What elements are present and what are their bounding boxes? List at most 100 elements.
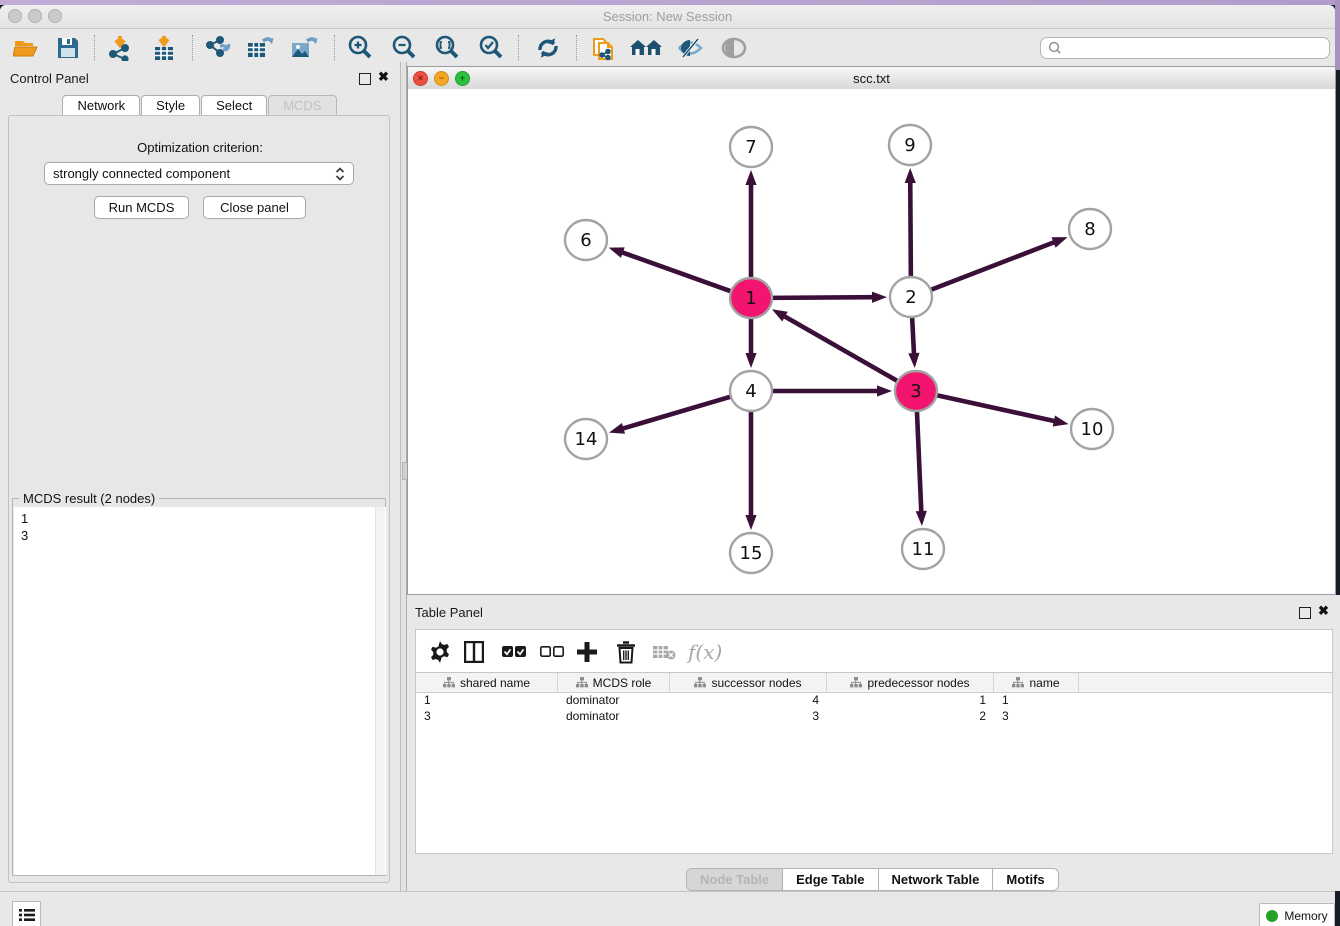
table-cell[interactable]: 3	[670, 708, 827, 724]
bird-view-button[interactable]	[716, 33, 752, 63]
import-network-button[interactable]	[102, 33, 138, 63]
graph-node-label: 6	[580, 230, 591, 251]
control-panel-tabs: Network Style Select MCDS	[0, 95, 400, 115]
memory-button[interactable]: Memory	[1259, 903, 1335, 926]
stepper-arrows-icon	[335, 166, 345, 182]
scrollbar-track[interactable]	[375, 507, 385, 875]
node-table-header: shared nameMCDS role successor nodes prede…	[416, 673, 1332, 693]
selected-option: strongly connected component	[53, 166, 230, 181]
table-cell[interactable]: dominator	[558, 708, 670, 724]
create-column-plus-icon[interactable]	[576, 638, 598, 666]
column-header-name[interactable]: name	[994, 673, 1079, 692]
hide-graphics-details-button[interactable]	[672, 33, 708, 63]
edge-arrowhead	[745, 170, 756, 185]
column-header-predecessor-nodes[interactable]: predecessor nodes	[827, 673, 994, 692]
graph-node-label: 8	[1084, 219, 1095, 240]
column-hierarchy-icon	[694, 677, 706, 688]
column-header-shared-name[interactable]: shared name	[416, 673, 558, 692]
edge-arrowhead	[877, 385, 892, 396]
clone-network-button[interactable]	[586, 33, 622, 63]
float-panel-icon[interactable]	[1299, 607, 1311, 619]
close-panel-icon[interactable]: ✖	[378, 72, 389, 82]
graph-edge-2-8[interactable]	[929, 242, 1056, 291]
tab-network-table[interactable]: Network Table	[878, 869, 993, 890]
table-cell[interactable]: 4	[670, 692, 827, 708]
column-hierarchy-icon	[1012, 677, 1024, 688]
task-history-button[interactable]	[12, 901, 41, 926]
graph-edge-1-6[interactable]	[621, 252, 733, 292]
import-table-button[interactable]	[146, 33, 182, 63]
table-row[interactable]: 1dominator411	[416, 692, 1332, 708]
table-cell[interactable]: dominator	[558, 692, 670, 708]
status-bar: Memory	[0, 891, 1335, 926]
tab-mcds[interactable]: MCDS	[268, 95, 336, 115]
edge-arrowhead	[609, 247, 625, 258]
window-title: Session: New Session	[0, 9, 1335, 24]
tab-edge-table[interactable]: Edge Table	[782, 869, 877, 890]
search-box[interactable]	[1040, 37, 1330, 59]
zoom-selected-button[interactable]	[473, 33, 509, 63]
tab-select[interactable]: Select	[201, 95, 267, 115]
show-columns-icon[interactable]	[464, 638, 484, 666]
open-session-button[interactable]	[8, 33, 44, 63]
column-label: successor nodes	[711, 676, 801, 690]
panel-divider[interactable]	[400, 62, 407, 891]
tab-style[interactable]: Style	[141, 95, 200, 115]
graph-edge-4-14[interactable]	[622, 396, 733, 429]
edge-arrowhead	[609, 423, 625, 434]
export-table-button[interactable]	[242, 33, 278, 63]
network-window-titlebar[interactable]: × − + scc.txt	[408, 67, 1335, 90]
table-cell[interactable]: 1	[416, 692, 558, 708]
table-settings-gear-icon[interactable]	[429, 638, 451, 666]
tab-node-table[interactable]: Node Table	[687, 869, 782, 890]
graph-node-label: 3	[910, 381, 921, 402]
graph-node-label: 7	[745, 137, 756, 158]
memory-label: Memory	[1284, 909, 1327, 923]
graph-edge-1-2[interactable]	[770, 297, 874, 298]
edge-arrowhead	[916, 511, 927, 526]
delete-column-trash-icon[interactable]	[616, 638, 636, 666]
graph-edge-3-1[interactable]	[783, 316, 899, 382]
control-panel: Control Panel ✖ Network Style Select MCD…	[0, 62, 400, 891]
run-mcds-button[interactable]: Run MCDS	[94, 196, 189, 219]
tab-motifs[interactable]: Motifs	[992, 869, 1057, 890]
column-header-MCDS-role[interactable]: MCDS role	[558, 673, 670, 692]
search-input[interactable]	[1063, 40, 1329, 56]
toolbar-separator	[94, 35, 95, 61]
select-all-columns-icon[interactable]	[502, 638, 526, 666]
table-panel-tabs: Node Table Edge Table Network Table Moti…	[686, 868, 1059, 891]
network-canvas[interactable]: 7968124314101511	[408, 89, 1335, 594]
table-cell[interactable]: 1	[827, 692, 994, 708]
edge-arrowhead	[745, 515, 756, 530]
mcds-result-textarea[interactable]: 1 3	[14, 507, 386, 875]
close-panel-icon[interactable]: ✖	[1318, 606, 1329, 616]
optimization-criterion-select[interactable]: strongly connected component	[44, 162, 354, 185]
apply-layout-button[interactable]	[530, 33, 566, 63]
close-panel-button[interactable]: Close panel	[203, 196, 306, 219]
table-cell[interactable]: 2	[827, 708, 994, 724]
graph-node-label: 1	[745, 288, 756, 309]
table-row[interactable]: 3dominator323	[416, 708, 1332, 724]
table-panel: Table Panel ✖	[407, 595, 1340, 891]
table-cell[interactable]: 3	[416, 708, 558, 724]
column-header-successor-nodes[interactable]: successor nodes	[670, 673, 827, 692]
graph-edge-3-11[interactable]	[917, 409, 922, 513]
save-session-button[interactable]	[50, 33, 86, 63]
zoom-in-button[interactable]	[342, 33, 378, 63]
home-view-button[interactable]	[628, 33, 664, 63]
unselect-all-columns-icon[interactable]	[540, 638, 564, 666]
table-cell[interactable]: 1	[994, 692, 1079, 708]
graph-edge-3-10[interactable]	[935, 395, 1056, 422]
graph-edge-2-3[interactable]	[912, 315, 914, 355]
float-panel-icon[interactable]	[359, 73, 371, 85]
export-image-button[interactable]	[286, 33, 322, 63]
graph-node-label: 11	[912, 539, 935, 560]
zoom-out-button[interactable]	[386, 33, 422, 63]
column-hierarchy-icon	[576, 677, 588, 688]
graph-edge-2-9[interactable]	[910, 181, 911, 279]
export-network-button[interactable]	[200, 33, 236, 63]
search-icon	[1047, 40, 1063, 56]
tab-network[interactable]: Network	[62, 95, 140, 115]
table-cell[interactable]: 3	[994, 708, 1079, 724]
zoom-fit-button[interactable]	[429, 33, 465, 63]
